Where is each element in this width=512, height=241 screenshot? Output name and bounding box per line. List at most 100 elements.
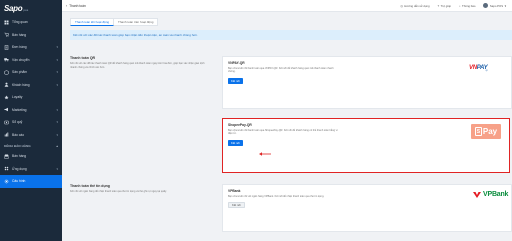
vpbank-logo-text: VPBank — [483, 191, 509, 198]
support-link[interactable]: ? Trợ giúp — [438, 4, 452, 8]
dashboard-icon — [4, 20, 9, 25]
user-name: Sapo POS — [489, 3, 504, 8]
chevron-down-icon: ▴ — [56, 143, 58, 148]
sidebar-item-label: Khách hàng — [12, 82, 30, 87]
card-desc: Bạn chưa kết nối thanh toán qua VNPAY-QR… — [228, 67, 334, 74]
help-circle-icon: ◎ — [400, 3, 403, 8]
chevron-down-icon: ▾ — [56, 82, 58, 87]
sidebar-item-label: Đơn hàng — [12, 45, 27, 50]
chevron-down-icon: ▾ — [56, 70, 58, 75]
sidebar-item-label: Marketing — [12, 107, 27, 112]
user-menu[interactable]: Sapo POS ▾ — [483, 3, 506, 8]
vpbank-connect-button[interactable]: Kết nối — [228, 202, 245, 209]
sidebar-item-settings[interactable]: Cấu hình — [0, 175, 62, 188]
info-notice: Kết nối với các đối tác thanh toán giúp … — [70, 30, 512, 40]
box-icon — [4, 69, 9, 75]
user-icon — [4, 82, 9, 87]
top-bar: ‹ Thanh toán ◎ Hướng dẫn sử dụng ? Trợ g… — [62, 0, 512, 12]
support-label: Trợ giúp — [440, 3, 452, 8]
payment-tabs: Thanh toán khi hoạt động Thanh toán trên… — [70, 18, 159, 26]
sidebar-item-label: Ứng dụng — [12, 166, 27, 171]
channel-nav: Bán hàng Ứng dụng ▾ Cấu hình — [0, 150, 62, 188]
cart-icon — [4, 32, 9, 37]
vnpay-logo: VNPAY QR — [469, 65, 488, 72]
sidebar-item-label: Bán hàng — [12, 32, 27, 37]
sidebar-item-products[interactable]: Sản phẩm ▾ — [0, 66, 62, 79]
store-icon — [4, 154, 9, 159]
shopee-bag-icon: S — [474, 127, 482, 136]
vnpay-connect-button[interactable]: Kết nối — [228, 77, 243, 84]
sidebar-item-reports[interactable]: Báo cáo ▾ — [0, 129, 62, 142]
guide-label: Hướng dẫn sử dụng — [404, 3, 430, 8]
bell-icon: ♪ — [459, 3, 461, 8]
sidebar-item-cashbook[interactable]: Sổ quỹ ▾ — [0, 116, 62, 129]
card-title: VNPAY-QR — [228, 61, 245, 65]
sidebar-item-loyalty[interactable]: Loyalty — [0, 91, 62, 104]
vnpay-logo-vn: VN — [469, 65, 477, 71]
megaphone-icon — [4, 107, 9, 112]
arrow-left-icon — [259, 152, 271, 156]
chevron-down-icon: ▾ — [56, 57, 58, 62]
sidebar-item-label: Bán hàng — [12, 154, 27, 159]
sidebar: Sapo pos Tổng quan Bán hàng Đơn hàng ▾ V… — [0, 0, 62, 241]
back-link[interactable]: ‹ Thanh toán — [62, 4, 86, 8]
chevron-down-icon: ▾ — [56, 120, 58, 125]
chevron-left-icon: ‹ — [66, 3, 68, 8]
sales-channel-section[interactable]: KÊNH BÁN HÀNG ▴ — [0, 141, 62, 150]
guide-link[interactable]: ◎ Hướng dẫn sử dụng — [400, 4, 429, 8]
sidebar-item-label: Vận chuyển — [12, 57, 30, 62]
notifications-link[interactable]: ♪ Thông báo — [459, 4, 475, 8]
cash-book-icon — [4, 120, 9, 125]
vpbank-mark-icon — [473, 191, 481, 198]
vnpay-card: VNPAY-QR Bạn chưa kết nối thanh toán qua… — [222, 56, 512, 109]
sidebar-item-marketing[interactable]: Marketing ▾ — [0, 104, 62, 117]
sidebar-item-label: Loyalty — [12, 95, 23, 100]
chevron-down-icon: ▾ — [56, 45, 58, 50]
section-desc: Kết nối với ngân hàng để nhận thanh toán… — [70, 190, 167, 193]
shopeepay-card: ShopeePay-QR Bạn chưa kết nối thanh toán… — [222, 118, 510, 173]
order-icon — [4, 45, 9, 50]
section-desc: Kết nối với các đối tác thanh toán QR để… — [70, 62, 205, 69]
logo-sub: pos — [23, 7, 29, 12]
avatar — [483, 3, 489, 8]
top-actions: ◎ Hướng dẫn sử dụng ? Trợ giúp ♪ Thông b… — [400, 3, 512, 8]
tab-inactive[interactable]: Thanh toán trên hoạt động — [114, 18, 159, 26]
sidebar-item-label: Sổ quỹ — [12, 120, 23, 125]
sidebar-item-apps[interactable]: Ứng dụng ▾ — [0, 163, 62, 176]
card-title: VPBank — [228, 189, 241, 193]
sidebar-item-orders[interactable]: Đơn hàng ▾ — [0, 41, 62, 54]
support-icon: ? — [437, 3, 440, 8]
page-title: Thanh toán — [69, 3, 86, 8]
chevron-down-icon: ▾ — [56, 166, 58, 171]
chevron-down-icon: ▾ — [56, 107, 58, 112]
sidebar-nav: Tổng quan Bán hàng Đơn hàng ▾ Vận chuyển… — [0, 16, 62, 141]
sidebar-item-sales[interactable]: Bán hàng — [0, 29, 62, 42]
vpbank-logo: VPBank — [473, 191, 508, 198]
shopeepay-logo-text: Pay — [482, 127, 498, 136]
sidebar-item-label: Sản phẩm — [12, 70, 28, 75]
sapo-logo[interactable]: Sapo pos — [0, 0, 62, 16]
section-label: KÊNH BÁN HÀNG — [4, 143, 31, 148]
truck-icon — [4, 57, 9, 62]
sidebar-item-label: Cấu hình — [12, 179, 26, 184]
sidebar-item-dashboard[interactable]: Tổng quan — [0, 16, 62, 29]
sidebar-item-shipping[interactable]: Vận chuyển ▾ — [0, 54, 62, 67]
sidebar-item-customers[interactable]: Khách hàng ▾ — [0, 79, 62, 92]
notifications-label: Thông báo — [462, 3, 476, 8]
vnpay-logo-sub: QR — [485, 71, 488, 72]
shopeepay-connect-button[interactable]: Kết nối — [228, 139, 243, 146]
card-desc: Bạn chưa kết nối với ngân hàng VPBank. K… — [228, 195, 325, 198]
report-icon — [4, 132, 9, 137]
logo-main: Sapo — [4, 3, 23, 13]
tab-active[interactable]: Thanh toán khi hoạt động — [70, 18, 115, 26]
shopeepay-logo: S Pay — [471, 124, 501, 139]
vpbank-card: VPBank Bạn chưa kết nối với ngân hàng VP… — [222, 184, 512, 232]
apps-icon — [4, 166, 9, 171]
chevron-down-icon: ▾ — [504, 3, 506, 8]
sidebar-item-channel-sales[interactable]: Bán hàng — [0, 150, 62, 163]
chevron-down-icon: ▾ — [56, 132, 58, 137]
card-title: ShopeePay-QR — [228, 123, 252, 127]
sidebar-item-label: Báo cáo — [12, 132, 25, 137]
gear-icon — [4, 179, 9, 184]
sidebar-item-label: Tổng quan — [12, 20, 28, 25]
